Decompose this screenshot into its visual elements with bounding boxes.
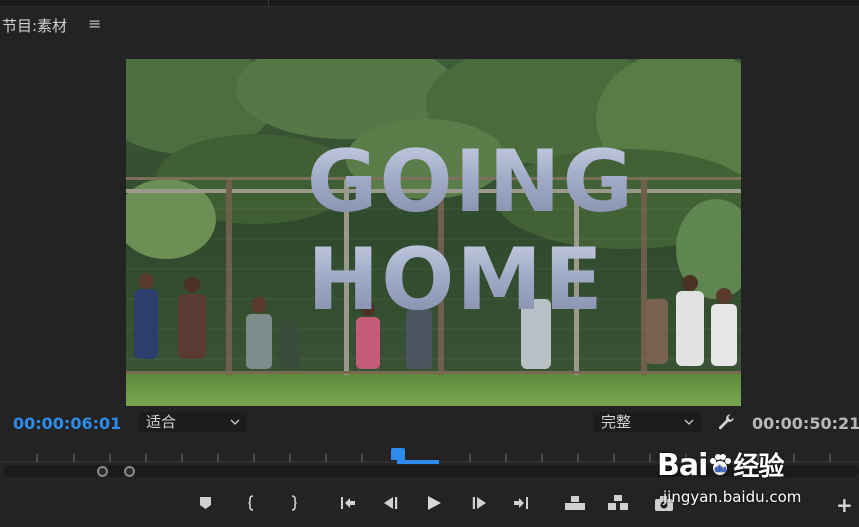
program-video-frame[interactable]: GOING HOME <box>126 59 741 406</box>
baidu-url: jingyan.baidu.com <box>663 488 802 506</box>
current-timecode[interactable]: 00:00:06:01 <box>13 414 121 433</box>
zoom-scroll-handle-left[interactable] <box>97 466 108 477</box>
video-frame-image: GOING HOME <box>126 59 741 406</box>
baidu-logo: Bai du 经验 <box>657 446 784 483</box>
step-back-button[interactable] <box>380 492 402 514</box>
go-to-in-icon <box>341 497 355 509</box>
go-to-out-button[interactable] <box>510 492 532 514</box>
extract-button[interactable] <box>606 492 628 514</box>
mark-out-icon <box>291 495 297 511</box>
work-area-bar[interactable] <box>397 460 439 464</box>
video-title-line2: HOME <box>307 230 604 330</box>
step-back-icon <box>384 497 398 509</box>
lift-button[interactable] <box>563 492 585 514</box>
extract-icon <box>608 495 628 510</box>
baidu-logo-jingyan: 经验 <box>733 452 784 482</box>
video-title-line1: GOING <box>307 132 635 232</box>
baidu-logo-bai: Bai <box>657 448 708 483</box>
panel-divider <box>268 0 269 6</box>
duration-timecode: 00:00:50:21 <box>752 414 859 433</box>
zoom-level-value: 适合 <box>146 413 177 431</box>
zoom-scroll-handle-right[interactable] <box>124 466 135 477</box>
playback-resolution-value: 完整 <box>601 413 632 431</box>
step-forward-icon <box>472 497 486 509</box>
baidu-watermark: Bai du 经验 jingyan.baidu.com <box>657 438 857 520</box>
mark-in-icon <box>248 495 254 511</box>
baidu-logo-du: du <box>715 465 726 475</box>
add-marker-button[interactable] <box>195 492 217 514</box>
play-button[interactable] <box>423 492 445 514</box>
wrench-settings-icon[interactable] <box>716 412 736 432</box>
chevron-down-icon <box>683 412 695 439</box>
zoom-level-select[interactable]: 适合 <box>138 412 247 432</box>
mark-out-button[interactable] <box>282 492 304 514</box>
playback-resolution-select[interactable]: 完整 <box>593 412 701 432</box>
playhead-handle[interactable] <box>391 448 405 460</box>
panel-title[interactable]: 节目:素材 <box>2 15 67 36</box>
mark-in-button[interactable] <box>241 492 263 514</box>
panel-menu-icon[interactable]: ≡ <box>88 14 101 33</box>
panel-top-border <box>0 0 859 7</box>
marker-icon <box>200 497 211 509</box>
lift-icon <box>565 496 585 510</box>
chevron-down-icon <box>229 412 241 439</box>
go-to-in-button[interactable] <box>337 492 359 514</box>
step-forward-button[interactable] <box>468 492 490 514</box>
button-editor-plus-icon[interactable]: + <box>836 493 853 517</box>
play-icon <box>428 496 441 510</box>
go-to-out-icon <box>514 497 528 509</box>
paw-icon: du <box>710 454 732 475</box>
program-monitor-panel: 节目:素材 ≡ GOING HOME 00:00:06:01 适合 完整 00:… <box>0 0 859 527</box>
